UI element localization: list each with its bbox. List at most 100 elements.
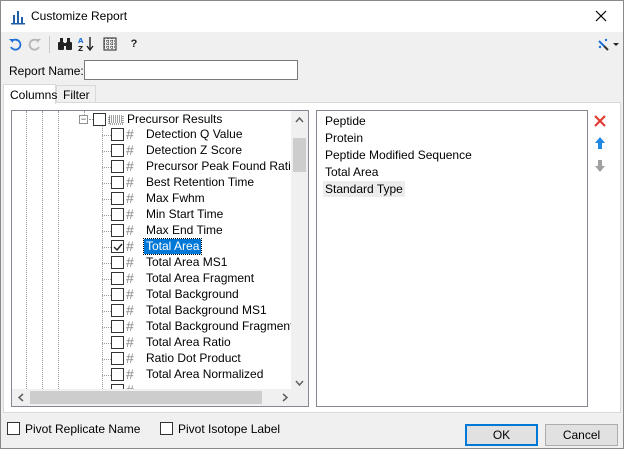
tree-item-checkbox[interactable] [111, 368, 124, 381]
tree-item-row[interactable]: # Best Retention Time [12, 175, 292, 191]
checkmark-icon [113, 243, 123, 251]
tree-item-label: Best Retention Time [146, 175, 255, 189]
move-down-button[interactable] [592, 158, 608, 174]
tree-item-checkbox[interactable] [111, 224, 124, 237]
tree-item-row[interactable]: # Min Start Time [12, 207, 292, 223]
tree-line [102, 279, 111, 280]
tree-line [102, 215, 111, 216]
tree-item-label: Detection Q Value [146, 127, 243, 141]
tree-item-checkbox[interactable] [111, 320, 124, 333]
tree-horizontal-scrollbar[interactable] [12, 389, 293, 406]
tree-collapse-toggle[interactable]: − [79, 115, 88, 124]
scroll-thumb[interactable] [30, 391, 262, 404]
sort-button[interactable]: A Z [77, 36, 95, 52]
chevron-up-icon [295, 116, 304, 122]
undo-icon [9, 38, 22, 51]
list-item[interactable]: Protein [323, 130, 365, 146]
number-hash-icon: # [126, 366, 134, 382]
precursor-results-checkbox[interactable] [93, 113, 106, 126]
tree-item-row[interactable]: # Detection Q Value [12, 127, 292, 143]
redo-button[interactable] [26, 36, 44, 52]
help-button[interactable]: ? [125, 36, 143, 52]
selected-columns-list[interactable]: Peptide Protein Peptide Modified Sequenc… [316, 110, 588, 407]
tree-item-checkbox[interactable] [111, 208, 124, 221]
scroll-thumb[interactable] [293, 138, 306, 172]
tree-item-row[interactable]: # Total Area MS1 [12, 255, 292, 271]
tree-item-row[interactable]: # Total Area [12, 238, 292, 255]
tree-item-checkbox[interactable] [111, 304, 124, 317]
tree-line [102, 327, 111, 328]
tree-line [102, 231, 111, 232]
list-item-highlighted[interactable]: Standard Type [323, 181, 405, 197]
columns-button[interactable] [101, 36, 119, 52]
number-hash-icon: # [126, 302, 134, 318]
tree-item-checkbox[interactable] [111, 256, 124, 269]
number-hash-icon: # [126, 286, 134, 302]
move-up-button[interactable] [592, 135, 608, 151]
list-item[interactable]: Peptide Modified Sequence [323, 147, 474, 163]
tree-item-checkbox[interactable] [111, 176, 124, 189]
tree-line [102, 151, 111, 152]
tree-item-checkbox[interactable] [111, 144, 124, 157]
tree-item-label: Total Area MS1 [146, 255, 228, 269]
list-item[interactable]: Peptide [323, 113, 368, 129]
tree-item-label: Max Fwhm [146, 191, 205, 205]
tree-item-row[interactable]: # Max Fwhm [12, 191, 292, 207]
list-item[interactable]: Total Area [323, 164, 380, 180]
chevron-down-icon [295, 380, 304, 386]
pivot-isotope-checkbox[interactable] [160, 422, 173, 435]
number-hash-icon: # [126, 126, 134, 142]
red-x-icon [594, 115, 606, 127]
tree-item-row[interactable]: # Total Area Fragment [12, 271, 292, 287]
tree-vertical-scrollbar[interactable] [291, 111, 308, 391]
arrow-down-icon [595, 160, 605, 172]
remove-column-button[interactable] [592, 113, 608, 129]
tree-item-row[interactable]: # Ratio Dot Product [12, 351, 292, 367]
tab-columns[interactable]: Columns [3, 84, 57, 104]
toolbar-separator [49, 36, 50, 53]
wizard-dropdown-button[interactable] [597, 36, 619, 52]
tree-item-row[interactable]: # Total Background MS1 [12, 303, 292, 319]
tree-item-label: Total Background Fragment [146, 319, 294, 333]
undo-button[interactable] [6, 36, 24, 52]
chevron-left-icon [17, 393, 23, 402]
scroll-up-arrow[interactable] [291, 111, 308, 128]
skyline-app-icon [11, 11, 25, 25]
ok-button[interactable]: OK [465, 424, 538, 446]
tree-item-row[interactable]: # Precursor Peak Found Ratio [12, 159, 297, 175]
tree-item-row[interactable]: # Total Background Fragment [12, 319, 294, 335]
number-hash-icon: # [126, 206, 134, 222]
number-hash-icon: # [126, 334, 134, 350]
tree-line [102, 375, 111, 376]
cancel-button[interactable]: Cancel [545, 424, 618, 446]
tree-item-checkbox[interactable] [111, 272, 124, 285]
tree-item-row[interactable]: # Total Background [12, 287, 292, 303]
scroll-left-arrow[interactable] [12, 389, 29, 406]
tree-item-row[interactable]: # Detection Z Score [12, 143, 292, 159]
tree-item-row[interactable]: # Total Area Normalized [12, 367, 292, 383]
tree-item-label: Detection Z Score [146, 143, 243, 157]
tree-node-precursor-results[interactable]: Precursor Results [125, 112, 224, 127]
tree-item-checkbox[interactable] [111, 160, 124, 173]
tree-line [102, 263, 111, 264]
tree-item-checkbox[interactable] [111, 352, 124, 365]
tree-item-row[interactable]: # Max End Time [12, 223, 292, 239]
pivot-replicate-label: Pivot Replicate Name [25, 422, 141, 436]
tree-item-checkbox[interactable] [111, 192, 124, 205]
tree-item-checkbox-checked[interactable] [111, 240, 124, 253]
report-name-label: Report Name: [9, 64, 84, 78]
available-columns-tree[interactable]: − Precursor Results # Detection Q Value … [11, 110, 309, 407]
number-hash-icon: # [126, 238, 134, 254]
tree-item-checkbox[interactable] [111, 288, 124, 301]
number-hash-icon: # [126, 142, 134, 158]
report-name-input[interactable] [84, 60, 298, 80]
tree-line [102, 183, 111, 184]
pivot-replicate-checkbox[interactable] [7, 422, 20, 435]
find-button[interactable] [56, 36, 74, 52]
tree-item-row[interactable]: # Total Area Ratio [12, 335, 292, 351]
close-button[interactable] [579, 1, 623, 31]
svg-text:A: A [78, 37, 84, 45]
tree-item-checkbox[interactable] [111, 128, 124, 141]
tree-item-checkbox[interactable] [111, 336, 124, 349]
chevron-right-icon [282, 393, 288, 402]
